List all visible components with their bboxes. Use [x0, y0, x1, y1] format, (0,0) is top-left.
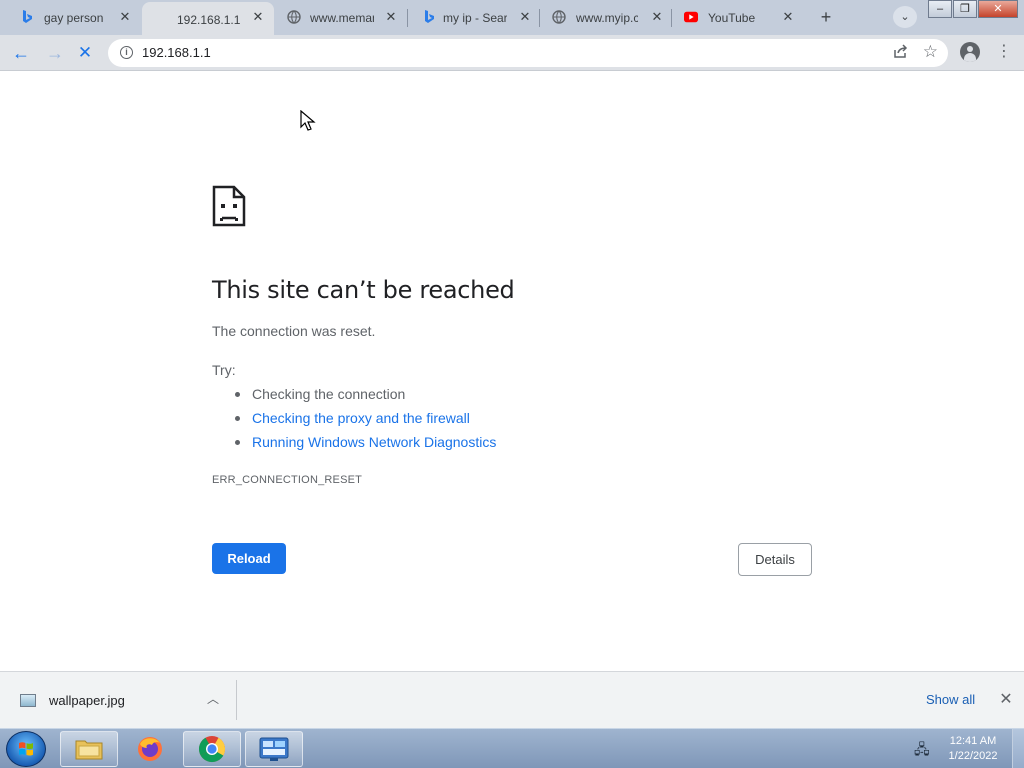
error-description: The connection was reset.: [212, 323, 376, 339]
tab-my-ip-search[interactable]: my ip - Sear ✕: [408, 0, 540, 35]
tab-title: gay person: [44, 11, 104, 25]
tab-www-myip[interactable]: www.myip.c ✕: [540, 0, 672, 35]
chevron-up-icon[interactable]: ︿: [206, 690, 220, 707]
bookmark-star-icon[interactable]: ☆: [923, 42, 938, 62]
tab-www-meman[interactable]: www.meman ✕: [276, 0, 408, 35]
tab-close-icon[interactable]: ✕: [517, 9, 533, 25]
folder-icon: [75, 740, 103, 760]
download-shelf: wallpaper.jpg ︿ Show all ✕: [0, 671, 1024, 728]
avatar-body: [964, 53, 976, 62]
minimize-icon[interactable]: –: [928, 0, 952, 18]
clock-time: 12:41 AM: [949, 735, 997, 747]
tab-close-icon[interactable]: ✕: [649, 9, 665, 25]
tab-title: www.myip.c: [576, 11, 638, 25]
system-clock[interactable]: 12:41 AM 1/22/2022: [940, 734, 1006, 764]
details-button[interactable]: Details: [738, 543, 812, 576]
network-tray-icon[interactable]: 🖧: [914, 739, 930, 763]
tab-close-icon[interactable]: ✕: [250, 9, 266, 25]
restore-icon[interactable]: ❐: [953, 0, 977, 18]
browser-toolbar: ← → ✕ i 192.168.1.1 ☆ ⋮: [0, 35, 1024, 71]
suggestion-check-proxy-link[interactable]: Checking the proxy and the firewall: [212, 407, 496, 431]
back-arrow-icon[interactable]: ←: [8, 40, 34, 66]
mouse-cursor-icon: [300, 110, 316, 131]
stop-loading-icon[interactable]: ✕: [72, 40, 98, 66]
tab-title: www.meman: [310, 11, 374, 25]
firefox-icon: [138, 737, 162, 761]
shelf-divider: [236, 680, 237, 720]
address-url[interactable]: 192.168.1.1: [142, 45, 211, 60]
tab-search-chevron-icon[interactable]: ⌄: [893, 6, 917, 28]
globe-icon: [552, 10, 566, 24]
tab-close-icon[interactable]: ✕: [383, 9, 399, 25]
windows-logo-icon: [19, 742, 33, 756]
suggestion-list: Checking the connection Checking the pro…: [212, 383, 496, 455]
youtube-icon: [684, 10, 698, 24]
forward-arrow-icon[interactable]: →: [42, 40, 68, 66]
bing-icon: [20, 10, 34, 24]
show-desktop-button[interactable]: [1012, 729, 1024, 768]
site-info-icon[interactable]: i: [120, 46, 133, 59]
suggestion-network-diagnostics-link[interactable]: Running Windows Network Diagnostics: [212, 431, 496, 455]
bing-icon: [422, 10, 436, 24]
error-code: ERR_CONNECTION_RESET: [212, 474, 363, 486]
new-tab-plus-icon[interactable]: +: [816, 8, 836, 28]
windows-taskbar: 🖧 12:41 AM 1/22/2022: [0, 728, 1024, 768]
share-icon[interactable]: [893, 44, 908, 61]
control-panel-taskbar-button[interactable]: [245, 731, 303, 767]
file-explorer-taskbar-button[interactable]: [60, 731, 118, 767]
chrome-taskbar-button[interactable]: [183, 731, 241, 767]
clock-date: 1/22/2022: [948, 750, 998, 762]
more-menu-icon[interactable]: ⋮: [996, 43, 1012, 63]
close-icon[interactable]: ✕: [997, 689, 1015, 709]
start-button[interactable]: [6, 731, 46, 767]
tab-gay-person[interactable]: gay person ✕: [0, 0, 140, 35]
close-window-icon[interactable]: ✕: [978, 0, 1018, 18]
error-page: This site can’t be reached The connectio…: [0, 72, 1024, 671]
address-bar[interactable]: i 192.168.1.1 ☆: [108, 39, 948, 67]
reload-button[interactable]: Reload: [212, 543, 286, 574]
control-panel-icon: [259, 737, 289, 761]
tab-youtube[interactable]: YouTube ✕: [672, 0, 804, 35]
tab-192-168-1-1[interactable]: 192.168.1.1 ✕: [142, 2, 274, 35]
globe-icon: [287, 10, 301, 24]
sad-document-icon: [212, 185, 246, 227]
error-title: This site can’t be reached: [212, 276, 515, 304]
avatar-head: [967, 46, 973, 52]
tab-title: YouTube: [708, 11, 756, 25]
tab-title: my ip - Sear: [443, 11, 507, 25]
tab-strip: gay person ✕ 192.168.1.1 ✕ www.meman ✕ m…: [0, 0, 1024, 35]
download-file-name[interactable]: wallpaper.jpg: [49, 693, 125, 708]
tab-title: 192.168.1.1: [177, 13, 241, 27]
show-all-button[interactable]: Show all: [926, 692, 975, 707]
suggestion-check-connection: Checking the connection: [212, 383, 496, 407]
firefox-taskbar-button[interactable]: [121, 731, 179, 767]
tab-close-icon[interactable]: ✕: [780, 9, 796, 25]
chrome-icon: [198, 736, 226, 763]
try-label: Try:: [212, 362, 236, 378]
image-file-icon: [20, 694, 36, 707]
profile-avatar-icon[interactable]: [960, 42, 980, 62]
tab-close-icon[interactable]: ✕: [117, 9, 133, 25]
